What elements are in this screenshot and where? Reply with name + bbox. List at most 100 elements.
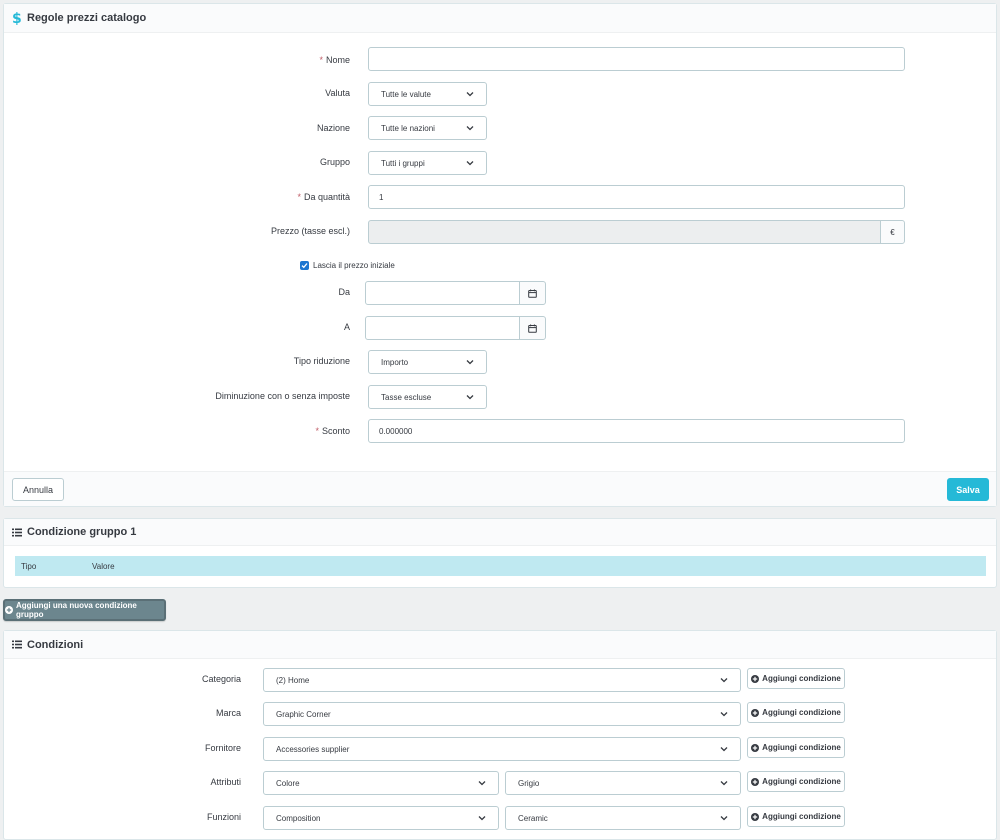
nome-label: * Nome [319,55,350,65]
chevron-down-icon [466,358,474,366]
plus-circle-icon [751,777,760,786]
plus-circle-icon [751,674,760,683]
chevron-down-icon [720,745,728,753]
list-icon [12,640,22,649]
sconto-input[interactable]: 0.000000 [368,419,905,443]
nazione-select[interactable]: Tutte le nazioni [368,116,487,140]
page-title: Regole prezzi catalogo [27,12,147,24]
chevron-down-icon [720,710,728,718]
conditions-title: Condizioni [27,638,84,651]
add-condition-group-button[interactable]: Aggiungi una nuova condizione gruppo [3,599,166,621]
add-condition-label: Aggiungi condizione [762,743,841,752]
lascia-prezzo-label: Lascia il prezzo iniziale [313,261,395,270]
attributi-group-selected: Colore [276,778,300,788]
diminuzione-selected: Tasse escluse [381,392,432,402]
valuta-label: Valuta [325,88,350,98]
add-condition-button-attributi[interactable]: Aggiungi condizione [747,771,845,792]
condition-group-panel: Condizione gruppo 1 Tipo Valore [3,518,997,588]
chevron-down-icon [720,779,728,787]
chevron-down-icon [466,124,474,132]
dollar-icon: $ [12,11,22,25]
price-rules-panel: $ Regole prezzi catalogo * Nome Valuta Tu… [3,3,997,507]
nome-input[interactable] [368,47,905,71]
categoria-select[interactable]: (2) Home [263,668,741,692]
chevron-down-icon [478,814,486,822]
da-date-input[interactable] [365,281,520,305]
currency-addon: € [880,220,905,244]
nazione-selected: Tutte le nazioni [381,123,435,133]
funzioni-group-select[interactable]: Composition [263,806,499,830]
attributi-value-select[interactable]: Grigio [505,771,741,795]
lascia-prezzo-checkbox[interactable] [300,261,309,270]
marca-label: Marca [215,708,241,718]
marca-select[interactable]: Graphic Corner [263,702,741,726]
funzioni-value-selected: Ceramic [518,813,548,823]
funzioni-label: Funzioni [206,812,241,822]
svg-text:$: $ [12,11,22,25]
da-label: Da [338,287,350,297]
calendar-icon[interactable] [519,316,546,340]
chevron-down-icon [720,676,728,684]
gruppo-label: Gruppo [319,157,350,167]
chevron-down-icon [466,90,474,98]
condition-table-header: Tipo Valore [15,556,986,576]
da-quantita-input[interactable]: 1 [368,185,905,209]
da-quantita-label: * Da quantità [297,192,350,202]
column-header-tipo: Tipo [21,561,37,571]
tipo-riduzione-select[interactable]: Importo [368,350,487,374]
fornitore-label: Fornitore [204,743,241,753]
attributi-group-select[interactable]: Colore [263,771,499,795]
categoria-selected: (2) Home [276,675,310,685]
list-icon [12,528,22,537]
chevron-down-icon [466,159,474,167]
add-condition-label: Aggiungi condizione [762,708,841,717]
required-marker: * [297,192,301,202]
marca-selected: Graphic Corner [276,709,331,719]
chevron-down-icon [720,814,728,822]
conditions-panel: Condizioni Categoria (2) Home Aggiungi c… [3,630,997,840]
add-condition-button-categoria[interactable]: Aggiungi condizione [747,668,845,689]
a-label: A [343,322,350,332]
calendar-icon[interactable] [519,281,546,305]
add-condition-button-marca[interactable]: Aggiungi condizione [747,702,845,723]
plus-circle-icon [751,743,760,752]
tipo-riduzione-label: Tipo riduzione [293,356,350,366]
gruppo-selected: Tutti i gruppi [381,158,425,168]
conditions-header: Condizioni [4,631,996,659]
prezzo-label: Prezzo (tasse escl.) [270,226,350,236]
nazione-label: Nazione [316,123,350,133]
price-rules-header: $ Regole prezzi catalogo [4,4,996,33]
chevron-down-icon [478,779,486,787]
tipo-riduzione-selected: Importo [381,357,409,367]
column-header-valore: Valore [92,561,115,571]
attributi-label: Attributi [210,777,241,787]
plus-circle-icon [751,812,760,821]
add-condition-label: Aggiungi condizione [762,777,841,786]
gruppo-select[interactable]: Tutti i gruppi [368,151,487,175]
plus-circle-icon [5,606,13,614]
diminuzione-select[interactable]: Tasse escluse [368,385,487,409]
cancel-button[interactable]: Annulla [12,478,64,501]
save-button[interactable]: Salva [947,478,989,501]
attributi-value-selected: Grigio [518,778,540,788]
valuta-select[interactable]: Tutte le valute [368,82,487,106]
condition-group-header: Condizione gruppo 1 [4,519,996,546]
a-date-input[interactable] [365,316,520,340]
required-marker: * [319,55,323,65]
add-condition-group-label: Aggiungi una nuova condizione gruppo [16,601,137,619]
prezzo-input[interactable] [368,220,881,244]
chevron-down-icon [466,393,474,401]
funzioni-group-selected: Composition [276,813,321,823]
categoria-label: Categoria [201,674,241,684]
add-condition-label: Aggiungi condizione [762,812,841,821]
condition-group-title: Condizione gruppo 1 [27,526,137,538]
valuta-selected: Tutte le valute [381,89,431,99]
add-condition-button-funzioni[interactable]: Aggiungi condizione [747,806,845,827]
fornitore-selected: Accessories supplier [276,744,350,754]
fornitore-select[interactable]: Accessories supplier [263,737,741,761]
add-condition-button-fornitore[interactable]: Aggiungi condizione [747,737,845,758]
add-condition-label: Aggiungi condizione [762,674,841,683]
sconto-label: * Sconto [315,426,350,436]
required-marker: * [315,426,319,436]
funzioni-value-select[interactable]: Ceramic [505,806,741,830]
